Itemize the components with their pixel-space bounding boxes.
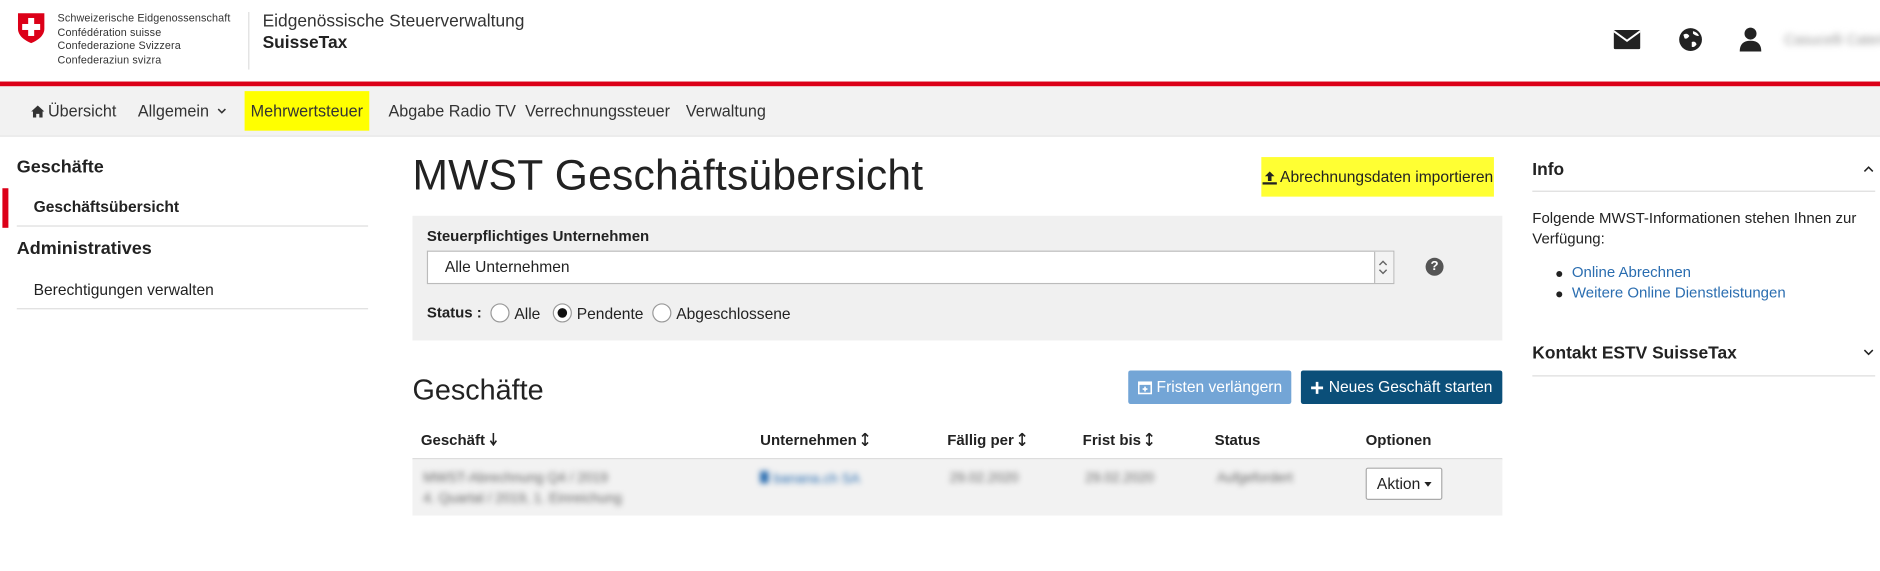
user-icon[interactable] <box>1739 26 1768 52</box>
kontakt-divider <box>1532 375 1876 377</box>
status-radio-abgeschlossene[interactable] <box>652 303 672 323</box>
cell-geschaeft-subtitle: 4. Quartal / 2019, 1. Einreichung <box>423 491 622 506</box>
cell-geschaeft-title[interactable]: MWST-Abrechnung Q4 / 2019 <box>423 471 608 485</box>
confederation-text: Schweizerische Eidgenossenschaft Confédé… <box>57 11 231 66</box>
column-header-optionen: Optionen <box>1365 431 1432 449</box>
filter-panel: Steuerpflichtiges Unternehmen Alle Unter… <box>412 215 1503 341</box>
chevron-down-icon[interactable] <box>1863 347 1874 358</box>
organization-name: Eidgenössische Steuerverwaltung <box>262 11 525 32</box>
company-select[interactable]: Alle Unternehmen <box>426 250 1395 285</box>
action-dropdown-button[interactable]: Aktion <box>1365 467 1443 500</box>
sidebar-item-berechtigungen[interactable]: Berechtigungen verwalten <box>16 271 369 310</box>
info-links: Online Abrechnen Weitere Online Dienstle… <box>1556 263 1786 304</box>
calendar-plus-icon <box>1137 381 1152 395</box>
sidebar-heading-geschaefte: Geschäfte <box>16 157 104 178</box>
swiss-crest-icon <box>17 13 45 44</box>
nav-item-allgemein[interactable]: Allgemein <box>138 91 227 131</box>
globe-icon[interactable] <box>1677 26 1706 52</box>
column-header-faellig-per[interactable]: Fällig per <box>947 432 1026 448</box>
company-filter-label: Steuerpflichtiges Unternehmen <box>426 227 650 245</box>
extend-deadlines-button[interactable]: Fristen verlängern <box>1128 370 1292 405</box>
caret-down-icon <box>1423 481 1432 487</box>
plus-icon <box>1311 381 1324 394</box>
sort-icon <box>1018 432 1026 447</box>
nav-item-abgabe-radio-tv[interactable]: Abgabe Radio TV <box>388 91 515 131</box>
kontakt-panel-title[interactable]: Kontakt ESTV SuisseTax <box>1532 344 1737 363</box>
nav-item-mehrwertsteuer[interactable]: Mehrwertsteuer <box>244 91 370 131</box>
status-radio-alle[interactable] <box>490 303 510 323</box>
chevron-up-icon[interactable] <box>1863 164 1874 175</box>
column-header-status: Status <box>1214 431 1261 449</box>
home-icon <box>31 105 45 118</box>
info-description: Folgende MWST-Informationen stehen Ihnen… <box>1532 209 1857 247</box>
cell-faellig-per: 29.02.2020 <box>949 471 1019 486</box>
status-radio-pendente[interactable] <box>552 303 572 323</box>
status-radio-abgeschlossene-label[interactable]: Abgeschlossene <box>676 305 790 323</box>
sidebar-active-marker <box>2 188 9 228</box>
start-new-business-button[interactable]: Neues Geschäft starten <box>1300 370 1503 405</box>
sidebar-heading-administratives: Administratives <box>16 238 152 259</box>
nav-item-uebersicht[interactable]: Übersicht <box>31 91 116 131</box>
status-filter-label: Status : <box>426 304 482 322</box>
envelope-icon[interactable] <box>1613 26 1642 52</box>
help-icon[interactable]: ? <box>1425 257 1444 276</box>
status-radio-alle-label[interactable]: Alle <box>514 305 540 323</box>
page-title: MWST Geschäftsübersicht <box>412 151 924 200</box>
link-online-abrechnen[interactable]: Online Abrechnen <box>1556 263 1785 283</box>
column-header-unternehmen[interactable]: Unternehmen <box>760 432 869 448</box>
info-panel-title[interactable]: Info <box>1532 161 1564 180</box>
chevron-down-icon <box>217 108 227 114</box>
link-weitere-online-dienstleistungen[interactable]: Weitere Online Dienstleistungen <box>1556 283 1786 303</box>
column-header-geschaeft[interactable]: Geschäft <box>421 432 498 448</box>
sort-icon <box>861 432 869 447</box>
table-row: MWST-Abrechnung Q4 / 2019 4. Quartal / 2… <box>412 459 1503 516</box>
site-header: Schweizerische Eidgenossenschaft Confédé… <box>0 0 1880 82</box>
table-header: Geschäft Unternehmen Fällig per Frist bi… <box>412 422 1503 461</box>
user-name[interactable]: Casucelli Caterina <box>1784 31 1880 48</box>
app-name: SuisseTax <box>262 33 348 53</box>
header-divider <box>248 11 250 70</box>
info-divider <box>1532 190 1876 192</box>
sort-desc-icon <box>489 432 497 447</box>
nav-item-verwaltung[interactable]: Verwaltung <box>686 91 766 131</box>
nav-item-verrechnungssteuer[interactable]: Verrechnungssteuer <box>525 91 670 131</box>
cell-unternehmen-link[interactable]: banana.ch SA <box>760 471 860 487</box>
main-navigation: Übersicht Allgemein Mehrwertsteuer Abgab… <box>0 86 1880 137</box>
cell-frist-bis: 29.02.2020 <box>1085 471 1155 486</box>
sort-icon <box>1145 432 1153 447</box>
sidebar-item-geschaeftsuebersicht[interactable]: Geschäftsübersicht <box>16 188 369 227</box>
import-billing-data-button[interactable]: Abrechnungsdaten importieren <box>1261 157 1494 197</box>
column-header-frist-bis[interactable]: Frist bis <box>1083 432 1154 448</box>
status-radio-pendente-label[interactable]: Pendente <box>577 305 644 323</box>
cell-status: Aufgefordert <box>1216 471 1293 486</box>
upload-icon <box>1262 171 1277 185</box>
section-title-geschaefte: Geschäfte <box>412 374 544 407</box>
select-arrows-icon <box>1374 251 1394 283</box>
